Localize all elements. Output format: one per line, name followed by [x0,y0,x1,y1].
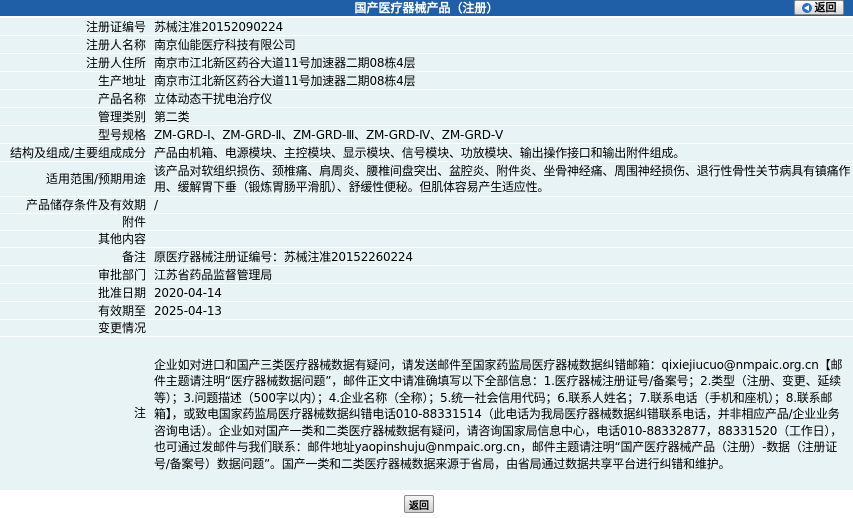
field-value: 南京仙能医疗科技有限公司 [150,36,853,53]
field-label: 附件 [0,214,150,230]
back-button-bottom-label: 返回 [409,500,429,512]
field-value: 立体动态干扰电治疗仪 [150,90,853,107]
field-label: 注 [0,337,150,490]
field-label: 批准日期 [0,284,150,301]
field-value: 苏械注准20152090224 [150,18,853,35]
table-row: 注册人名称 南京仙能医疗科技有限公司 [0,36,853,53]
back-arrow-icon [801,2,812,13]
page-title-text: 国产医疗器械产品（注册） [354,1,499,15]
back-button-top-label: 返回 [814,1,837,14]
table-row: 审批部门 江苏省药品监督管理局 [0,266,853,283]
field-value [150,214,853,230]
page-title: 国产医疗器械产品（注册） [0,0,853,16]
field-label: 变更情况 [0,320,150,336]
field-value: ZM-GRD-Ⅰ、ZM-GRD-Ⅱ、ZM-GRD-Ⅲ、ZM-GRD-Ⅳ、ZM-G… [150,126,853,143]
field-label: 注册人住所 [0,54,150,71]
field-label: 其他内容 [0,231,150,247]
field-label: 生产地址 [0,72,150,89]
field-value [150,320,853,336]
table-row: 产品储存条件及有效期 / [0,197,853,213]
field-label: 管理类别 [0,108,150,125]
table-row: 附件 [0,214,853,230]
table-row: 其他内容 [0,231,853,247]
table-row: 注册证编号 苏械注准20152090224 [0,18,853,35]
field-value: / [150,197,853,213]
table-row: 注 企业如对进口和国产三类医疗器械数据有疑问，请发送邮件至国家药监局医疗器械数据… [0,337,853,490]
field-value: 2020-04-14 [150,284,853,301]
table-row: 注册人住所 南京市江北新区药谷大道11号加速器二期08栋4层 [0,54,853,71]
field-label: 产品储存条件及有效期 [0,197,150,213]
table-row: 产品名称 立体动态干扰电治疗仪 [0,90,853,107]
field-label: 产品名称 [0,90,150,107]
field-value: 产品由机箱、电源模块、主控模块、显示模块、信号模块、功放模块、输出操作接口和输出… [150,144,853,161]
back-button-top[interactable]: 返回 [794,0,844,15]
table-row: 变更情况 [0,320,853,336]
field-value: 江苏省药品监督管理局 [150,266,853,283]
field-label: 备注 [0,248,150,265]
table-row: 管理类别 第二类 [0,108,853,125]
table-row: 备注 原医疗器械注册证编号：苏械注准20152260224 [0,248,853,265]
field-value: 该产品对软组织损伤、颈椎痛、肩周炎、腰椎间盘突出、盆腔炎、附件炎、坐骨神经痛、周… [150,162,853,196]
notice-text: 企业如对进口和国产三类医疗器械数据有疑问，请发送邮件至国家药监局医疗器械数据纠错… [150,337,853,490]
table-row: 结构及组成/主要组成成分 产品由机箱、电源模块、主控模块、显示模块、信号模块、功… [0,144,853,161]
table-row: 型号规格 ZM-GRD-Ⅰ、ZM-GRD-Ⅱ、ZM-GRD-Ⅲ、ZM-GRD-Ⅳ… [0,126,853,143]
field-value: 2025-04-13 [150,302,853,319]
field-label: 审批部门 [0,266,150,283]
detail-table: 注册证编号 苏械注准20152090224 注册人名称 南京仙能医疗科技有限公司… [0,17,853,491]
field-value: 第二类 [150,108,853,125]
field-value: 南京市江北新区药谷大道11号加速器二期08栋4层 [150,72,853,89]
field-label: 注册人名称 [0,36,150,53]
field-value: 原医疗器械注册证编号：苏械注准20152260224 [150,248,853,265]
field-label: 有效期至 [0,302,150,319]
table-row: 有效期至 2025-04-13 [0,302,853,319]
table-row: 生产地址 南京市江北新区药谷大道11号加速器二期08栋4层 [0,72,853,89]
table-row: 适用范围/预期用途 该产品对软组织损伤、颈椎痛、肩周炎、腰椎间盘突出、盆腔炎、附… [0,162,853,196]
field-value: 南京市江北新区药谷大道11号加速器二期08栋4层 [150,54,853,71]
table-row: 批准日期 2020-04-14 [0,284,853,301]
field-label: 适用范围/预期用途 [0,162,150,196]
field-label: 结构及组成/主要组成成分 [0,144,150,161]
field-value [150,231,853,247]
back-button-bottom[interactable]: 返回 [404,495,434,513]
field-label: 注册证编号 [0,18,150,35]
field-label: 型号规格 [0,126,150,143]
